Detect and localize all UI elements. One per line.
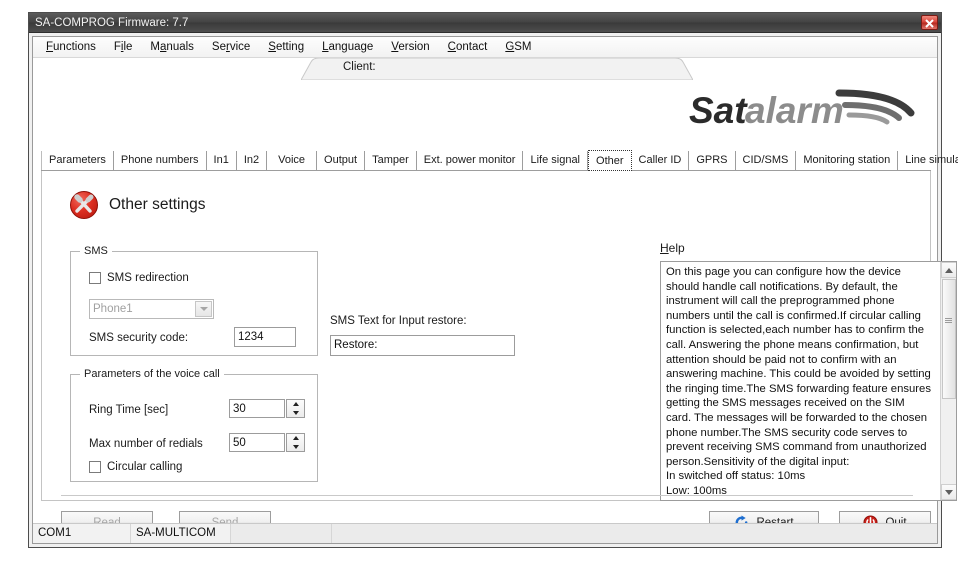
menu-item-service[interactable]: Service [203,39,259,55]
application-window: SA-COMPROG Firmware: 7.7 Functions File … [28,12,958,548]
tab-voice[interactable]: Voice [267,151,318,170]
separator [61,495,913,496]
help-scrollbar[interactable] [940,262,956,500]
tab-in1[interactable]: In1 [207,151,237,170]
sms-security-code-input[interactable]: 1234 [234,327,296,347]
ring-time-label: Ring Time [sec] [89,404,169,416]
help-label: Help [660,241,685,255]
status-bar: COM1 SA-MULTICOM [33,523,937,543]
circular-calling-checkbox[interactable]: Circular calling [89,461,182,473]
ring-time-stepper[interactable]: 30 [229,399,305,418]
spin-up-icon[interactable] [287,434,304,443]
chevron-down-icon[interactable] [195,301,212,317]
menu-item-functions[interactable]: Functions [37,39,105,55]
client-area: Functions File Manuals Service Setting L… [32,36,958,544]
tab-ext-power-monitor[interactable]: Ext. power monitor [417,151,524,170]
menu-item-language[interactable]: Language [313,39,382,55]
sms-groupbox: SMS SMS redirection Phone1 SMS security … [70,245,318,356]
window-title: SA-COMPROG Firmware: 7.7 [35,17,189,29]
sms-text-input-restore-input[interactable]: Restore: [330,335,515,356]
tab-cid-sms[interactable]: CID/SMS [736,151,797,170]
max-redials-spin-buttons[interactable] [286,433,305,452]
max-redials-label: Max number of redials [89,438,203,450]
ring-time-input[interactable]: 30 [229,399,285,418]
spin-up-icon[interactable] [287,400,304,409]
sms-group-title: SMS [80,245,112,257]
status-device: SA-MULTICOM [131,524,231,543]
scrollbar-thumb[interactable] [942,279,956,399]
screenshot-root: SA-COMPROG Firmware: 7.7 Functions File … [0,0,958,565]
phone-select[interactable]: Phone1 [89,299,214,319]
tab-other[interactable]: Other [588,150,632,171]
spin-down-icon[interactable] [287,443,304,452]
max-redials-stepper[interactable]: 50 [229,433,305,452]
circular-calling-label: Circular calling [107,461,183,473]
menu-item-version[interactable]: Version [382,39,438,55]
scroll-up-icon[interactable] [941,262,956,278]
menu-item-gsm[interactable]: GSM [496,39,540,55]
voice-group-title: Parameters of the voice call [80,368,224,380]
tab-parameters[interactable]: Parameters [41,151,114,170]
status-cell-3 [231,524,332,543]
tab-tamper[interactable]: Tamper [365,151,417,170]
phone-select-value: Phone1 [93,303,133,315]
sms-security-code-label: SMS security code: [89,332,189,344]
checkbox-icon [89,272,101,284]
scrollbar-grip-icon [945,318,952,324]
ring-time-spin-buttons[interactable] [286,399,305,418]
status-port: COM1 [33,524,131,543]
help-text: On this page you can configure how the d… [666,266,931,500]
menu-item-contact[interactable]: Contact [439,39,497,55]
page-title: Other settings [109,196,206,213]
tab-monitoring-station[interactable]: Monitoring station [796,151,899,170]
status-cell-4 [332,524,937,543]
logo-text-dark: Sat [689,90,748,131]
menu-item-setting[interactable]: Setting [259,39,313,55]
tab-output[interactable]: Output [317,151,366,170]
tools-icon [70,191,98,219]
menu-item-manuals[interactable]: Manuals [141,39,203,55]
tab-strip: Parameters Phone numbers In1 In2 Voice O… [41,150,958,171]
tab-line-simulator[interactable]: Line simulator [898,151,958,170]
page-header: Other settings [70,191,206,219]
logo-text-light: alarm [745,90,844,131]
spin-down-icon[interactable] [287,409,304,418]
close-icon[interactable] [921,15,938,30]
tab-caller-id[interactable]: Caller ID [632,151,690,170]
checkbox-icon [89,461,101,473]
menu-bar: Functions File Manuals Service Setting L… [33,37,937,58]
tab-phone-numbers[interactable]: Phone numbers [114,151,207,170]
client-tab[interactable]: Client: [301,58,693,80]
sms-redirection-label: SMS redirection [107,272,189,284]
menu-item-file[interactable]: File [105,39,142,55]
sms-text-input-restore-label: SMS Text for Input restore: [330,315,467,327]
tab-life-signal[interactable]: Life signal [523,151,589,170]
help-panel: On this page you can configure how the d… [660,261,957,501]
other-settings-page: Other settings SMS SMS redirection Phone… [41,171,957,501]
max-redials-input[interactable]: 50 [229,433,285,452]
voice-call-groupbox: Parameters of the voice call Ring Time [… [70,368,318,482]
sms-redirection-checkbox[interactable]: SMS redirection [89,272,189,284]
client-tab-label: Client: [343,61,376,73]
tab-in2[interactable]: In2 [237,151,268,170]
satalarm-logo: Sat alarm [689,87,919,139]
title-bar: SA-COMPROG Firmware: 7.7 [29,13,941,33]
scroll-down-icon[interactable] [941,484,956,500]
tab-gprs[interactable]: GPRS [689,151,736,170]
